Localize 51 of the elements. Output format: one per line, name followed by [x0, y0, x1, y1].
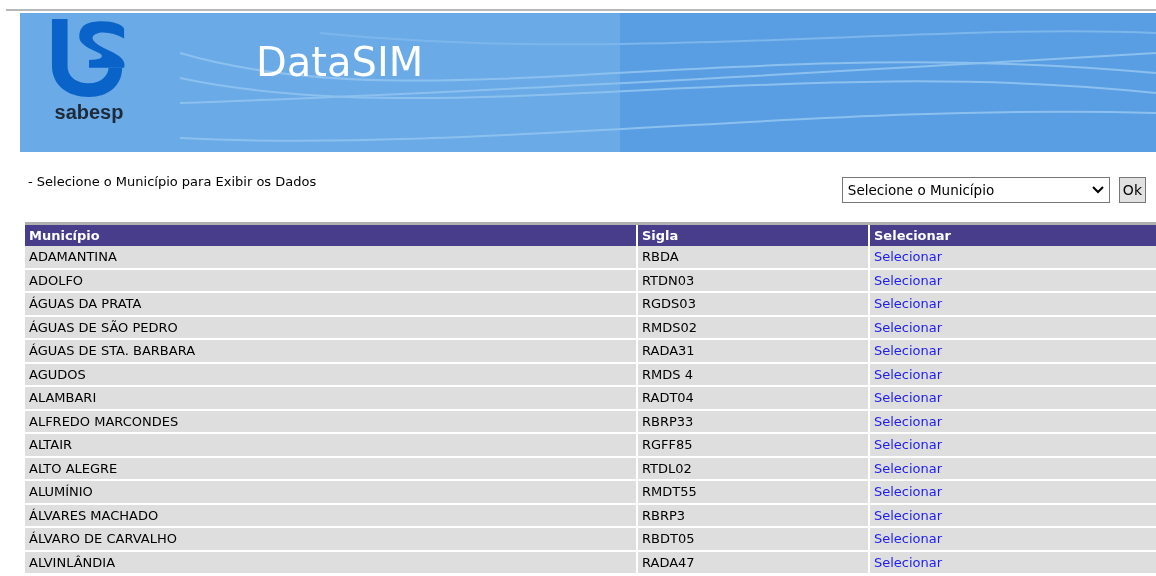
table-cell: ALAMBARI — [25, 386, 637, 410]
instruction-text: - Selecione o Município para Exibir os Dados — [28, 174, 317, 191]
select-link[interactable]: Selecionar — [874, 507, 943, 523]
table-cell: RADA47 — [637, 550, 869, 574]
table-cell: RTDL02 — [637, 456, 869, 480]
table-cell: ÁGUAS DE SÃO PEDRO — [25, 315, 637, 339]
table-cell: ÁLVARO DE CARVALHO — [25, 527, 637, 551]
select-link[interactable]: Selecionar — [874, 413, 943, 429]
select-link[interactable]: Selecionar — [874, 249, 943, 265]
select-link[interactable]: Selecionar — [874, 554, 943, 570]
table-cell: ALTO ALEGRE — [25, 456, 637, 480]
table-cell: RBRP3 — [637, 503, 869, 527]
table-cell: RMDS 4 — [637, 362, 869, 386]
table-cell: RBDT05 — [637, 527, 869, 551]
select-link[interactable]: Selecionar — [874, 366, 943, 382]
column-header: Município — [25, 223, 637, 246]
ok-button[interactable]: Ok — [1118, 177, 1146, 203]
table-cell: ADAMANTINA — [25, 246, 637, 269]
chevron-icon — [1091, 186, 1104, 194]
table-cell: RMDS02 — [637, 315, 869, 339]
table-cell: ALFREDO MARCONDES — [25, 409, 637, 433]
table-cell: AGUDOS — [25, 362, 637, 386]
select-link[interactable]: Selecionar — [874, 437, 943, 453]
select-link[interactable]: Selecionar — [874, 531, 943, 547]
table-cell: ALUMÍNIO — [25, 480, 637, 504]
select-link[interactable]: Selecionar — [874, 343, 943, 359]
table-cell: RGFF85 — [637, 433, 869, 457]
select-link[interactable]: Selecionar — [874, 390, 943, 406]
logo-text: sabesp — [54, 101, 124, 124]
table-cell: ALVINLÂNDIA — [25, 550, 637, 574]
table-cell: RADT04 — [637, 386, 869, 410]
table-cell: ALTAIR — [25, 433, 637, 457]
table-cell: RBDA — [637, 246, 869, 269]
table-cell: ÁGUAS DE STA. BARBARA — [25, 339, 637, 363]
select-link[interactable]: Selecionar — [874, 460, 943, 476]
select-link[interactable]: Selecionar — [874, 296, 943, 312]
column-header: Sigla — [637, 223, 869, 246]
table-cell: ÁLVARES MACHADO — [25, 503, 637, 527]
table-cell: RMDT55 — [637, 480, 869, 504]
app-title: DataSIM — [256, 39, 424, 85]
table-cell: RADA31 — [637, 339, 869, 363]
select-link[interactable]: Selecionar — [874, 319, 943, 335]
column-header: Selecionar — [869, 223, 1156, 246]
table-cell: ADOLFO — [25, 268, 637, 292]
table-cell: ÁGUAS DA PRATA — [25, 292, 637, 316]
table-cell: RBRP33 — [637, 409, 869, 433]
select-link[interactable]: Selecionar — [874, 484, 943, 500]
table-cell: RTDN03 — [637, 268, 869, 292]
select-link[interactable]: Selecionar — [874, 272, 943, 288]
table-cell: RGDS03 — [637, 292, 869, 316]
municipio-dropdown[interactable]: Selecione o Município — [841, 177, 1110, 203]
